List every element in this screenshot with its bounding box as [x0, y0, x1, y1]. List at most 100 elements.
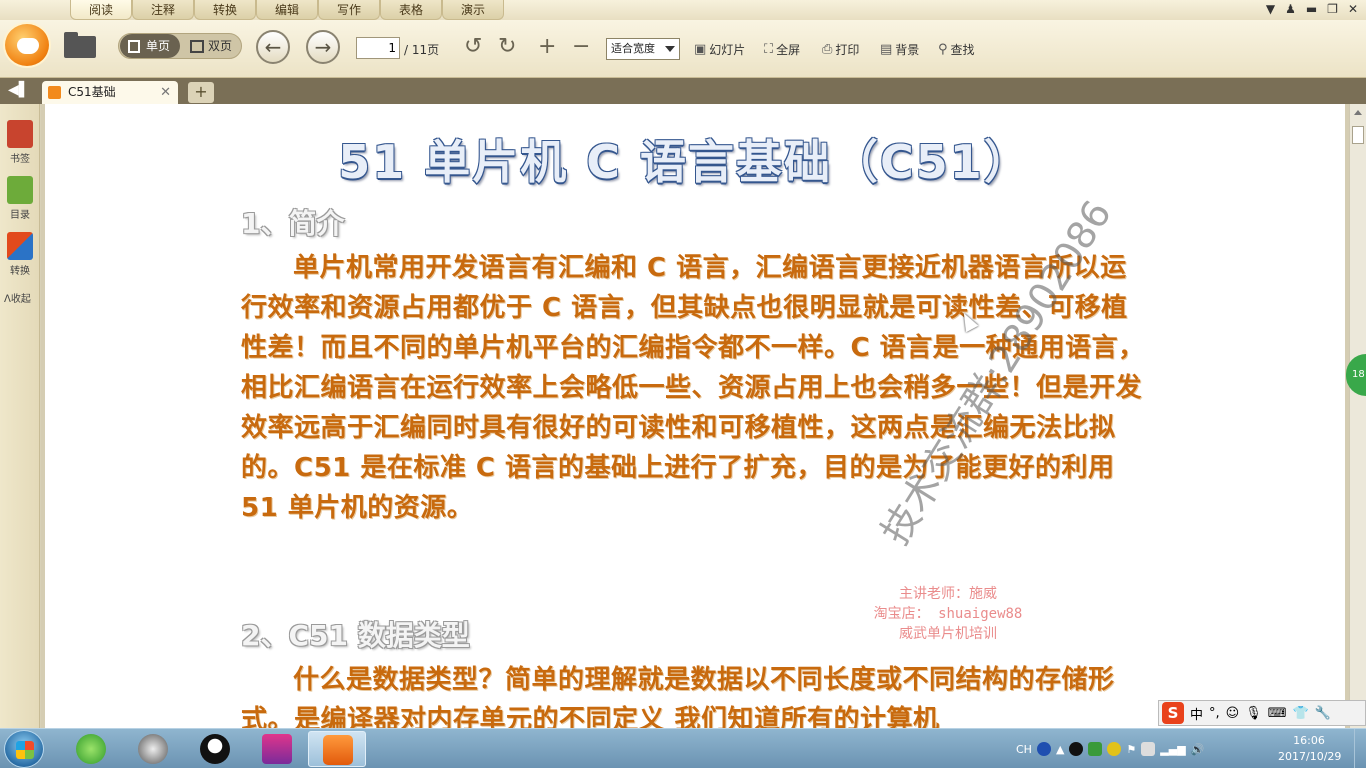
double-page-button[interactable]: 双页	[186, 34, 240, 58]
stamp-line-shop: 淘宝店： shuaigew88	[873, 606, 1023, 622]
background-icon: ▤	[880, 42, 893, 57]
dropdown-menu-icon[interactable]: ▼	[1266, 2, 1275, 16]
document-viewport[interactable]: 51 单片机 C 语言基础（C51） 1、简介 单片机常用开发语言有汇编和 C …	[41, 104, 1366, 728]
taskbar-app-pdf-reader[interactable]	[308, 731, 366, 767]
scrollbar-thumb[interactable]	[1352, 126, 1364, 144]
chevron-down-icon	[665, 46, 675, 52]
windows-logo-icon	[16, 741, 34, 759]
pdf-reader-icon	[323, 735, 353, 765]
taskbar-app-recorder[interactable]	[248, 731, 306, 767]
pdf-page: 51 单片机 C 语言基础（C51） 1、简介 单片机常用开发语言有汇编和 C …	[45, 104, 1345, 728]
close-tab-icon[interactable]: ✕	[160, 81, 171, 104]
language-indicator[interactable]: CH	[1016, 743, 1032, 756]
rotate-left-icon[interactable]: ↺	[464, 34, 482, 59]
menu-tabs: 阅读 注释 转换 编辑 写作 表格 演示	[70, 0, 504, 20]
menu-bar: 阅读 注释 转换 编辑 写作 表格 演示 ▼ ♟ ▬ ❐ ✕	[0, 0, 1366, 20]
webcam-icon	[138, 734, 168, 764]
bookmark-icon	[7, 120, 33, 148]
tray-expand-icon[interactable]: ▲	[1056, 743, 1064, 756]
minimize-icon[interactable]: ▬	[1306, 2, 1317, 16]
ime-punct[interactable]: °,	[1209, 706, 1220, 721]
stamp-line-training: 威武单片机培训	[899, 626, 997, 642]
menu-tab-write[interactable]: 写作	[318, 0, 380, 20]
section2-body: 什么是数据类型？简单的理解就是数据以不同长度或不同结构的存储形式。是编译器对内存…	[241, 665, 1115, 728]
system-tray: CH ▲ ⚑ ▂▄▆ 🔊	[1016, 733, 1204, 765]
device-icon[interactable]	[1141, 742, 1156, 756]
close-icon[interactable]: ✕	[1348, 2, 1358, 16]
security-shield-icon[interactable]	[1088, 742, 1103, 756]
pdf-file-icon	[48, 86, 61, 99]
print-label: 打印	[835, 43, 860, 57]
qq-penguin-icon	[200, 734, 230, 764]
app-logo-icon[interactable]	[3, 22, 51, 68]
sogou-logo-icon[interactable]: S	[1162, 702, 1184, 724]
settings-wrench-icon[interactable]: 🔧	[1315, 706, 1331, 721]
flag-icon[interactable]: ⚑	[1126, 743, 1136, 756]
toc-icon	[7, 176, 33, 204]
restore-icon[interactable]: ❐	[1327, 2, 1338, 16]
new-tab-button[interactable]: +	[188, 82, 214, 103]
find-button[interactable]: ⚲ 查找	[938, 41, 975, 58]
chevron-up-icon: ᐱ	[4, 294, 11, 305]
system-clock[interactable]: 16:06 2017/10/29	[1278, 733, 1342, 765]
skin-shirt-icon[interactable]: 👕	[1293, 706, 1309, 721]
sidebar-collapse-button[interactable]: ᐱ收起	[4, 290, 31, 305]
microphone-icon[interactable]: 🎙	[1245, 706, 1262, 721]
tab-c51-basics[interactable]: C51基础 ✕	[42, 81, 178, 104]
sidebar-toc-label: 目录	[10, 210, 30, 221]
zoom-mode-value: 适合宽度	[611, 42, 655, 55]
fullscreen-label: 全屏	[776, 43, 801, 57]
plus-tray-icon[interactable]	[1107, 742, 1122, 756]
zoom-out-icon[interactable]: −	[572, 34, 590, 59]
sidebar-convert-label: 转换	[10, 266, 30, 277]
watermark-stamp: 主讲老师：施威 淘宝店： shuaigew88 威武单片机培训	[853, 584, 1043, 644]
double-page-icon	[190, 40, 204, 53]
collapse-panel-icon[interactable]: ◀▌	[8, 82, 30, 98]
volume-icon[interactable]: 🔊	[1191, 743, 1205, 756]
menu-tab-present[interactable]: 演示	[442, 0, 504, 20]
rotate-right-icon[interactable]: ↻	[498, 34, 516, 59]
single-page-button[interactable]: 单页	[120, 34, 180, 58]
open-folder-icon[interactable]	[64, 32, 98, 58]
print-button[interactable]: ⎙ 打印	[822, 41, 859, 58]
taskbar-app-browser[interactable]	[62, 731, 120, 767]
menu-tab-annotate[interactable]: 注释	[132, 0, 194, 20]
back-arrow-icon[interactable]: ←	[256, 30, 290, 64]
fullscreen-button[interactable]: ⛶ 全屏	[764, 41, 800, 58]
sidebar-item-bookmarks[interactable]: 书签	[0, 120, 40, 165]
menu-tab-read[interactable]: 阅读	[70, 0, 132, 20]
network-signal-icon[interactable]: ▂▄▆	[1160, 743, 1185, 756]
ime-mode[interactable]: 中	[1190, 704, 1203, 723]
document-title: 51 单片机 C 语言基础（C51）	[338, 135, 1032, 189]
page-icon	[128, 40, 140, 53]
zoom-mode-select[interactable]: 适合宽度	[606, 38, 680, 60]
convert-icon	[7, 232, 33, 260]
forward-arrow-icon[interactable]: →	[306, 30, 340, 64]
qq-tray-icon[interactable]	[1069, 742, 1084, 756]
vertical-scrollbar[interactable]	[1349, 104, 1366, 728]
taskbar-app-qq[interactable]	[186, 731, 244, 767]
taskbar-app-webcam[interactable]	[124, 731, 182, 767]
slideshow-button[interactable]: ▣ 幻灯片	[694, 41, 745, 58]
search-icon: ⚲	[938, 42, 948, 57]
menu-tab-table[interactable]: 表格	[380, 0, 442, 20]
page-number-input[interactable]	[356, 37, 400, 59]
show-desktop-button[interactable]	[1354, 729, 1366, 768]
start-button[interactable]	[4, 730, 44, 768]
clock-date: 2017/10/29	[1278, 750, 1342, 763]
sidebar-item-toc[interactable]: 目录	[0, 176, 40, 221]
menu-tab-convert[interactable]: 转换	[194, 0, 256, 20]
help-icon[interactable]	[1036, 742, 1051, 756]
double-page-label: 双页	[208, 39, 233, 53]
skin-icon[interactable]: ♟	[1285, 2, 1296, 16]
scroll-up-icon[interactable]	[1354, 110, 1362, 115]
zoom-in-icon[interactable]: +	[538, 34, 556, 59]
emoji-icon[interactable]: ☺	[1226, 706, 1240, 721]
menu-tab-edit[interactable]: 编辑	[256, 0, 318, 20]
background-button[interactable]: ▤ 背景	[880, 41, 919, 58]
slideshow-label: 幻灯片	[709, 43, 746, 57]
browser-icon	[76, 734, 106, 764]
recorder-icon	[262, 734, 292, 764]
sidebar-item-convert[interactable]: 转换	[0, 232, 40, 277]
keyboard-icon[interactable]: ⌨	[1268, 706, 1287, 721]
